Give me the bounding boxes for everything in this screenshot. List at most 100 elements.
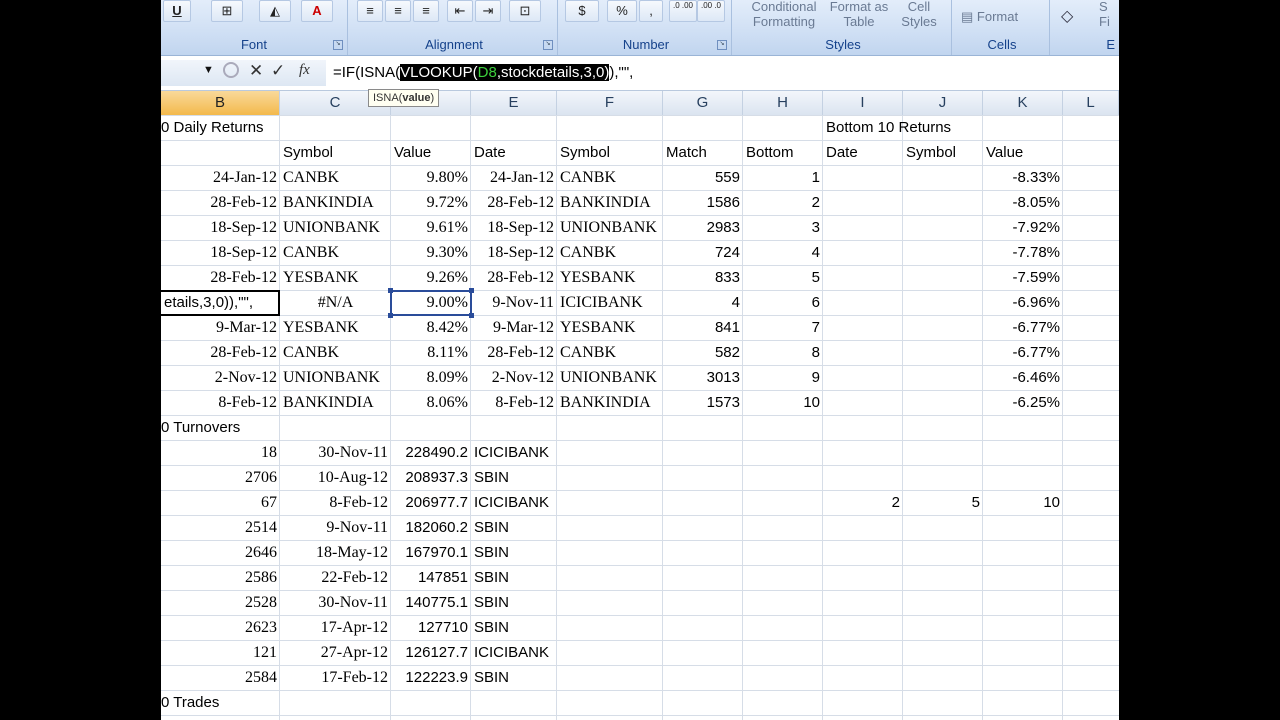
column-header-b[interactable]: B bbox=[161, 91, 280, 115]
cell-e-4[interactable]: 28-Feb-12 bbox=[471, 190, 557, 215]
cell-i-14[interactable] bbox=[823, 440, 903, 465]
cell-c-9[interactable]: YESBANK bbox=[280, 315, 391, 340]
cell-g-21[interactable] bbox=[663, 615, 743, 640]
cell-f-21[interactable] bbox=[557, 615, 663, 640]
cell-i-22[interactable] bbox=[823, 640, 903, 665]
cell-c-5[interactable]: UNIONBANK bbox=[280, 215, 391, 240]
cell-i-15[interactable] bbox=[823, 465, 903, 490]
cell-b-15[interactable]: 2706 bbox=[161, 465, 280, 490]
cell-j-16[interactable]: 5 bbox=[903, 490, 983, 515]
cell-c-24[interactable] bbox=[280, 690, 391, 715]
cell-d-24[interactable] bbox=[391, 690, 471, 715]
cell-f-11[interactable]: UNIONBANK bbox=[557, 365, 663, 390]
cell-h-1[interactable] bbox=[743, 115, 823, 140]
cell-g-10[interactable]: 582 bbox=[663, 340, 743, 365]
percent-button[interactable]: % bbox=[607, 0, 637, 22]
cell-g-24[interactable] bbox=[663, 690, 743, 715]
cell-c-14[interactable]: 30-Nov-11 bbox=[280, 440, 391, 465]
cell-h-12[interactable]: 10 bbox=[743, 390, 823, 415]
cell-f-18[interactable] bbox=[557, 540, 663, 565]
cell-f-9[interactable]: YESBANK bbox=[557, 315, 663, 340]
merge-center-button[interactable]: ⊡ bbox=[509, 0, 541, 22]
column-header-i[interactable]: I bbox=[823, 91, 903, 115]
eraser-icon[interactable]: ◇ bbox=[1061, 9, 1073, 25]
cell-i-20[interactable] bbox=[823, 590, 903, 615]
cell-d-22[interactable]: 126127.7 bbox=[391, 640, 471, 665]
cell-e-19[interactable]: SBIN bbox=[471, 565, 557, 590]
cell-c-19[interactable]: 22-Feb-12 bbox=[280, 565, 391, 590]
cell-g-4[interactable]: 1586 bbox=[663, 190, 743, 215]
cell-k-24[interactable] bbox=[983, 690, 1063, 715]
cell-c-10[interactable]: CANBK bbox=[280, 340, 391, 365]
cell-i-3[interactable] bbox=[823, 165, 903, 190]
cell-f-10[interactable]: CANBK bbox=[557, 340, 663, 365]
cell-k-18[interactable] bbox=[983, 540, 1063, 565]
cell-b-14[interactable]: 18 bbox=[161, 440, 280, 465]
cell-b-4[interactable]: 28-Feb-12 bbox=[161, 190, 280, 215]
cell-h-2[interactable]: Bottom bbox=[743, 140, 823, 165]
decrease-indent-button[interactable]: ⇤ bbox=[447, 0, 473, 22]
cell-c-4[interactable]: BANKINDIA bbox=[280, 190, 391, 215]
cell-i-11[interactable] bbox=[823, 365, 903, 390]
cell-j-2[interactable]: Symbol bbox=[903, 140, 983, 165]
range-handle[interactable] bbox=[388, 288, 393, 293]
cell-g-2[interactable]: Match bbox=[663, 140, 743, 165]
cell-f-15[interactable] bbox=[557, 465, 663, 490]
cell-i-5[interactable] bbox=[823, 215, 903, 240]
cell-e-2[interactable]: Date bbox=[471, 140, 557, 165]
cell-k-19[interactable] bbox=[983, 565, 1063, 590]
cell-j-12[interactable] bbox=[903, 390, 983, 415]
align-right-button[interactable]: ≡ bbox=[413, 0, 439, 22]
cell-f-16[interactable] bbox=[557, 490, 663, 515]
cell-e-12[interactable]: 8-Feb-12 bbox=[471, 390, 557, 415]
cell-k-5[interactable]: -7.92% bbox=[983, 215, 1063, 240]
cell-h-22[interactable] bbox=[743, 640, 823, 665]
cell-b-1[interactable]: 0 Daily Returns bbox=[161, 115, 280, 140]
cell-k-20[interactable] bbox=[983, 590, 1063, 615]
cell-h-8[interactable]: 6 bbox=[743, 290, 823, 315]
cell-e-24[interactable] bbox=[471, 690, 557, 715]
cell-f-6[interactable]: CANBK bbox=[557, 240, 663, 265]
cell-i-16[interactable]: 2 bbox=[823, 490, 903, 515]
cell-h-10[interactable]: 8 bbox=[743, 340, 823, 365]
cell-i-4[interactable] bbox=[823, 190, 903, 215]
underline-button[interactable]: U bbox=[163, 0, 191, 22]
cell-c-21[interactable]: 17-Apr-12 bbox=[280, 615, 391, 640]
cell-b-22[interactable]: 121 bbox=[161, 640, 280, 665]
cell-b-9[interactable]: 9-Mar-12 bbox=[161, 315, 280, 340]
cell-d-19[interactable]: 147851 bbox=[391, 565, 471, 590]
cell-j-7[interactable] bbox=[903, 265, 983, 290]
cell-k-22[interactable] bbox=[983, 640, 1063, 665]
cell-i-24[interactable] bbox=[823, 690, 903, 715]
cell-j-3[interactable] bbox=[903, 165, 983, 190]
cell-c-20[interactable]: 30-Nov-11 bbox=[280, 590, 391, 615]
cell-f-23[interactable] bbox=[557, 665, 663, 690]
fill-color-button[interactable]: ◭ bbox=[259, 0, 291, 22]
cell-c-1[interactable] bbox=[280, 115, 391, 140]
format-button[interactable]: ▤ Format bbox=[961, 9, 1045, 24]
cell-b-3[interactable]: 24-Jan-12 bbox=[161, 165, 280, 190]
borders-button[interactable]: ⊞ bbox=[211, 0, 243, 22]
cell-d-1[interactable] bbox=[391, 115, 471, 140]
cell-g-8[interactable]: 4 bbox=[663, 290, 743, 315]
cell-i-10[interactable] bbox=[823, 340, 903, 365]
cell-j-20[interactable] bbox=[903, 590, 983, 615]
cell-h-11[interactable]: 9 bbox=[743, 365, 823, 390]
cell-c-8[interactable]: #N/A bbox=[280, 290, 391, 315]
number-dialog-launcher-icon[interactable]: ↘ bbox=[717, 40, 727, 50]
column-header-j[interactable]: J bbox=[903, 91, 983, 115]
cell-j-21[interactable] bbox=[903, 615, 983, 640]
cell-j-6[interactable] bbox=[903, 240, 983, 265]
cell-d-11[interactable]: 8.09% bbox=[391, 365, 471, 390]
cell-c-15[interactable]: 10-Aug-12 bbox=[280, 465, 391, 490]
cell-g-14[interactable] bbox=[663, 440, 743, 465]
cell-f-3[interactable]: CANBK bbox=[557, 165, 663, 190]
cell-k-7[interactable]: -7.59% bbox=[983, 265, 1063, 290]
align-left-button[interactable]: ≡ bbox=[357, 0, 383, 22]
cell-b-20[interactable]: 2528 bbox=[161, 590, 280, 615]
cell-d-9[interactable]: 8.42% bbox=[391, 315, 471, 340]
cell-f-12[interactable]: BANKINDIA bbox=[557, 390, 663, 415]
cell-c-17[interactable]: 9-Nov-11 bbox=[280, 515, 391, 540]
cell-b-16[interactable]: 67 bbox=[161, 490, 280, 515]
cell-c-23[interactable]: 17-Feb-12 bbox=[280, 665, 391, 690]
